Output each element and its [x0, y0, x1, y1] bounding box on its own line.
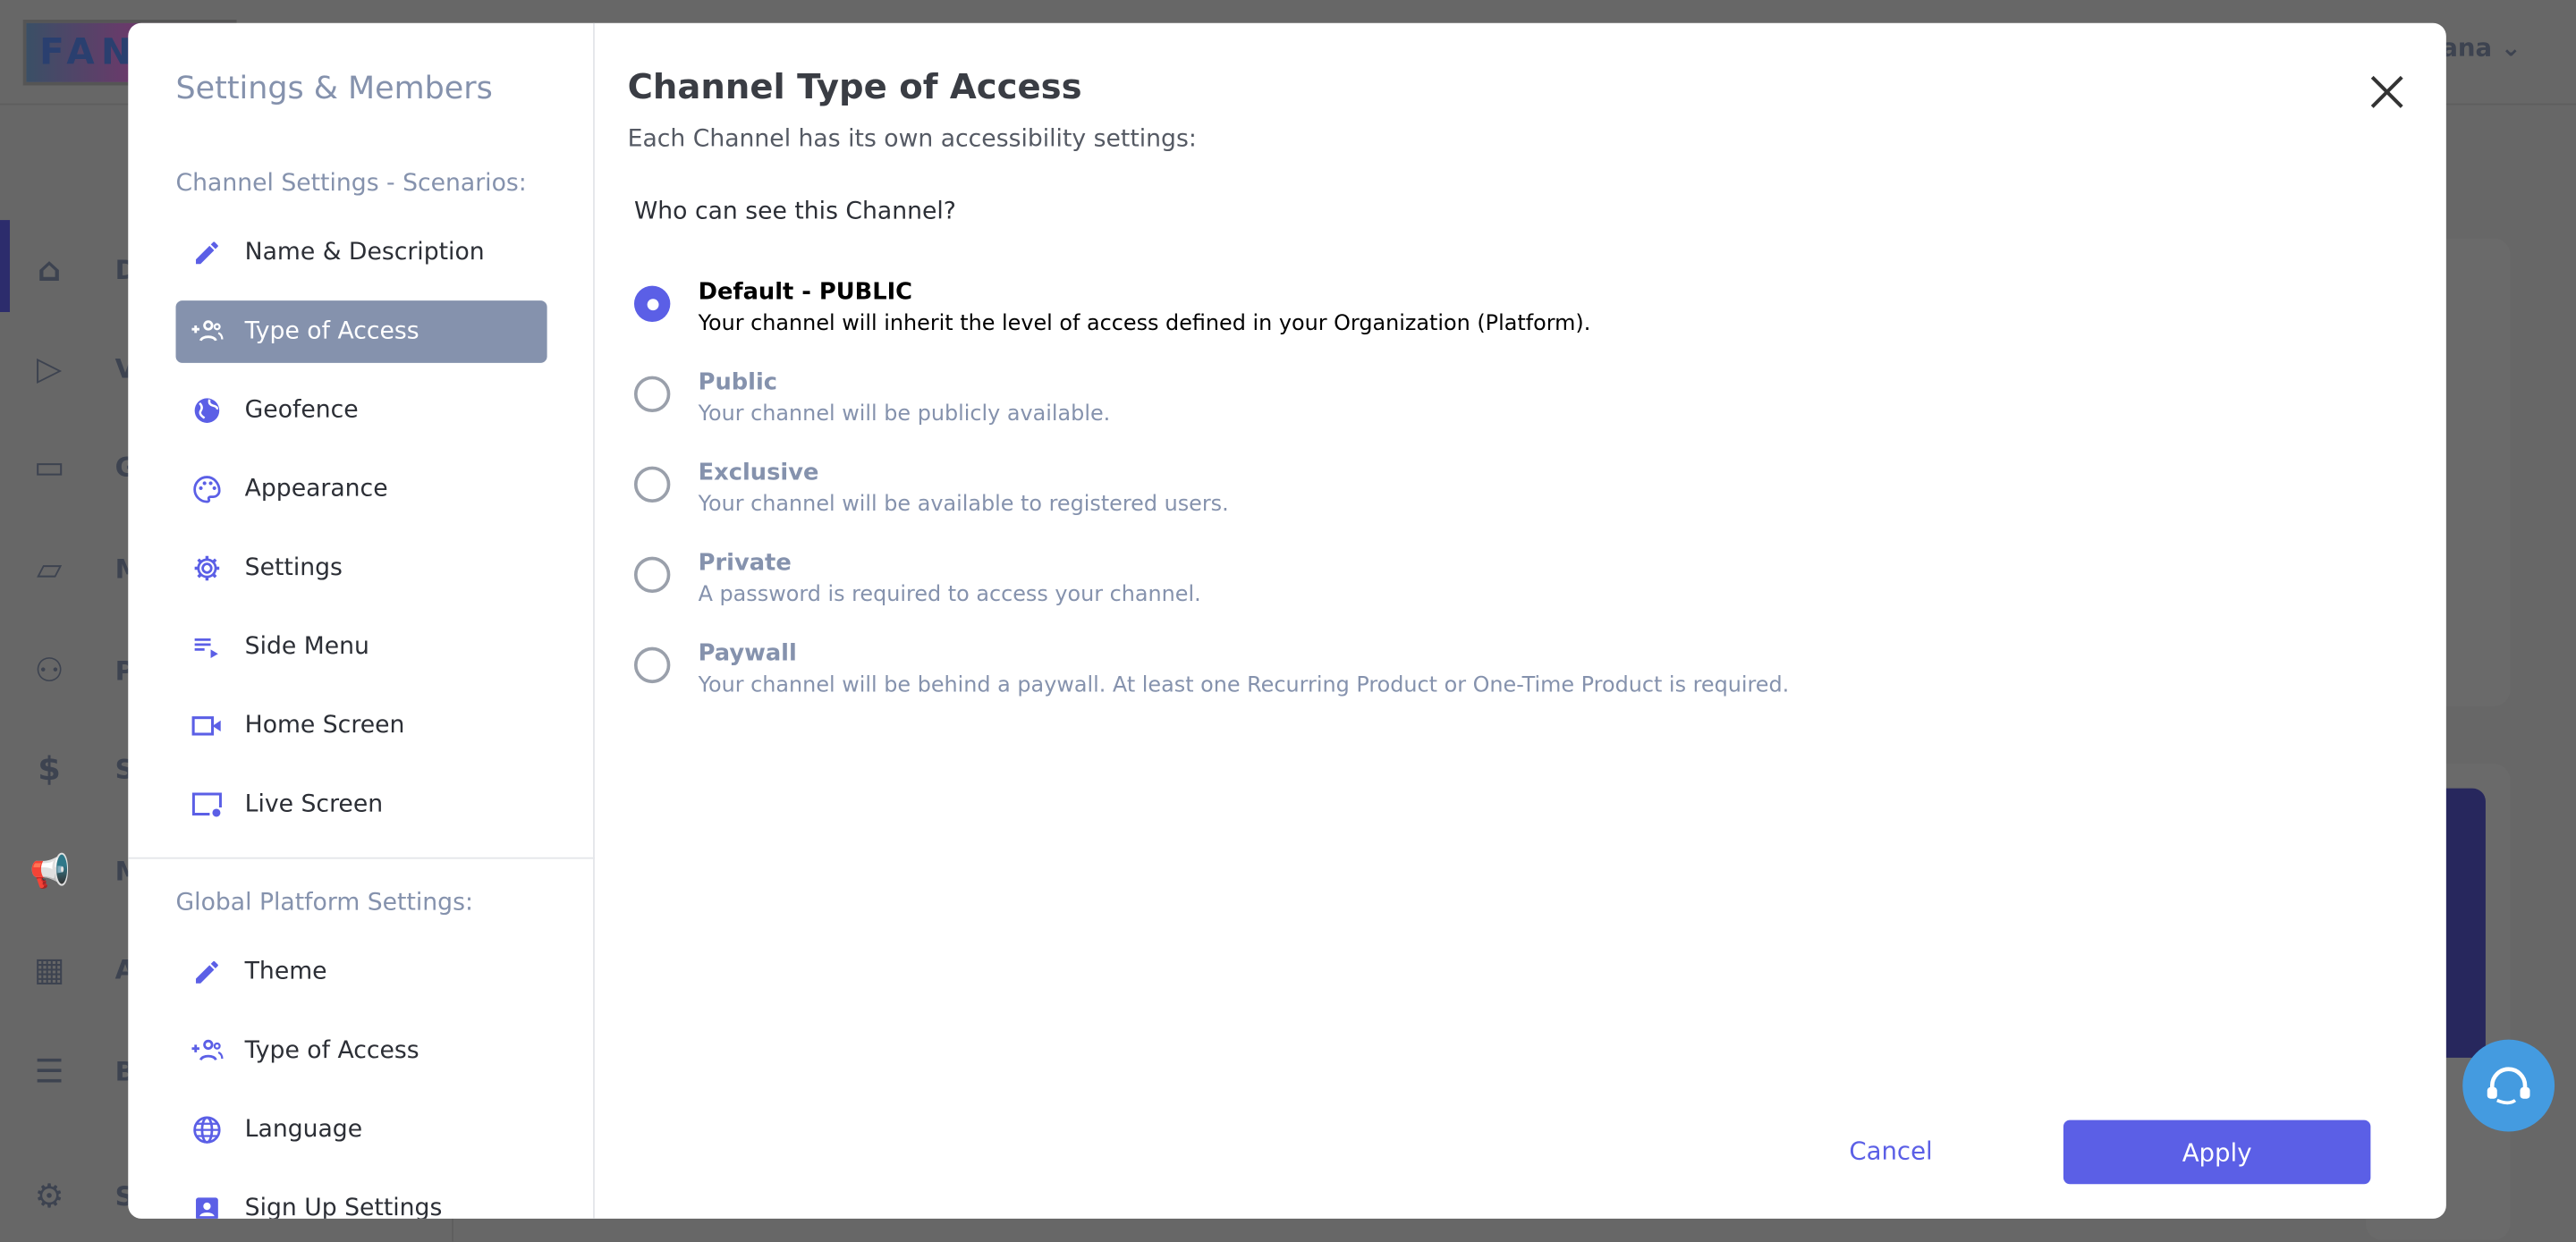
headset-icon — [2487, 1067, 2530, 1105]
nav-icon: ⚇ — [34, 650, 64, 690]
sidebar-item-label: Type of Access — [244, 318, 419, 345]
nav-icon: $ — [38, 748, 61, 789]
add-group-icon — [191, 316, 224, 349]
sidebar-item-label: Appearance — [244, 476, 388, 503]
palette-icon — [191, 473, 224, 506]
pencil-icon — [191, 236, 224, 269]
option-description: Your channel will be publicly available. — [698, 401, 1111, 427]
pencil-icon — [191, 956, 224, 989]
option-title: Exclusive — [698, 460, 819, 486]
sidebar-item-label: Sign Up Settings — [244, 1196, 443, 1219]
apply-button[interactable]: Apply — [2063, 1119, 2371, 1185]
globe-grid-icon — [191, 1113, 224, 1146]
globe-icon — [191, 394, 224, 427]
access-option-exclusive[interactable]: Exclusive Your channel will be available … — [633, 457, 1229, 522]
sidebar-item-label: Live Screen — [244, 791, 384, 818]
option-title: Public — [698, 369, 778, 396]
settings-sidebar: Settings & Members Channel Settings - Sc… — [128, 22, 595, 1219]
app-sidebar-item[interactable]: ▷Vi — [30, 348, 144, 387]
radio-button[interactable] — [633, 646, 671, 684]
nav-icon: ⚙ — [34, 1176, 64, 1216]
sidebar-item-type-of-access[interactable]: Type of Access — [176, 1020, 547, 1083]
sidebar-item-name-description[interactable]: Name & Description — [176, 222, 547, 284]
option-description: Your channel will inherit the level of a… — [698, 311, 1591, 337]
help-button[interactable] — [2462, 1039, 2555, 1132]
radio-button[interactable] — [633, 376, 671, 413]
nav-icon: ▦ — [33, 949, 65, 989]
option-title: Default - PUBLIC — [698, 279, 913, 306]
nav-icon: ⌂ — [37, 249, 62, 290]
add-group-icon — [191, 1035, 224, 1068]
channel-section-heading: Channel Settings - Scenarios: — [175, 171, 527, 198]
option-description: Your channel will be available to regist… — [698, 493, 1229, 518]
screen-settings-icon — [191, 789, 224, 822]
sidebar-item-label: Home Screen — [244, 713, 405, 739]
page-subtitle: Each Channel has its own accessibility s… — [627, 126, 1197, 153]
nav-icon: 📢 — [30, 850, 71, 891]
sidebar-item-live-screen[interactable]: Live Screen — [176, 773, 547, 836]
sidebar-item-label: Language — [244, 1116, 363, 1144]
divider — [128, 857, 595, 859]
sidebar-item-side-menu[interactable]: Side Menu — [176, 616, 547, 679]
radio-button[interactable] — [633, 556, 671, 594]
sidebar-item-sign-up-settings[interactable]: Sign Up Settings — [176, 1178, 547, 1219]
app-sidebar-item[interactable]: ⌂ D — [30, 249, 137, 289]
option-title: Private — [698, 550, 792, 577]
page-title: Channel Type of Access — [627, 67, 1082, 107]
question-label: Who can see this Channel? — [633, 199, 956, 225]
radio-button[interactable] — [633, 466, 671, 503]
nav-icon: ▷ — [36, 348, 63, 388]
chevron-down-icon: ⌄ — [2500, 32, 2521, 63]
access-option-default-public[interactable]: Default - PUBLIC Your channel will inheri… — [633, 276, 1591, 342]
close-icon[interactable] — [2368, 72, 2407, 112]
nav-icon: ☰ — [34, 1051, 64, 1091]
access-option-paywall[interactable]: Paywall Your channel will be behind a pay… — [633, 638, 1790, 703]
sidebar-item-geofence[interactable]: Geofence — [176, 379, 547, 442]
sidebar-item-label: Settings — [244, 554, 343, 582]
settings-modal: Settings & Members Channel Settings - Sc… — [128, 22, 2446, 1219]
option-title: Paywall — [698, 640, 797, 667]
sidebar-item-theme[interactable]: Theme — [176, 941, 547, 1003]
sidebar-item-home-screen[interactable]: Home Screen — [176, 695, 547, 757]
gear-icon — [191, 552, 224, 585]
option-description: A password is required to access your ch… — [698, 583, 1201, 608]
sidebar-title: Settings & Members — [175, 70, 493, 107]
sidebar-item-appearance[interactable]: Appearance — [176, 458, 547, 520]
global-section-heading: Global Platform Settings: — [175, 890, 473, 917]
sidebar-item-settings[interactable]: Settings — [176, 537, 547, 600]
radio-button[interactable] — [633, 285, 671, 322]
sidebar-item-label: Name & Description — [244, 240, 485, 266]
video-camera-icon — [191, 709, 224, 742]
option-description: Your channel will be behind a paywall. A… — [698, 673, 1790, 698]
sidebar-item-label: Type of Access — [244, 1037, 419, 1065]
active-indicator — [0, 220, 11, 312]
account-box-icon — [191, 1192, 224, 1219]
sidebar-item-label: Side Menu — [244, 633, 369, 661]
nav-icon: ▱ — [36, 548, 63, 588]
nav-icon: ▭ — [33, 446, 65, 486]
playlist-icon — [191, 630, 224, 663]
user-menu[interactable]: ana ⌄ — [2441, 33, 2521, 63]
content-pane: Channel Type of Access Each Channel has … — [595, 23, 2446, 1219]
access-option-public[interactable]: Public Your channel will be publicly avai… — [633, 367, 1111, 432]
sidebar-item-type-of-access[interactable]: Type of Access — [175, 300, 547, 363]
access-option-private[interactable]: Private A password is required to access … — [633, 547, 1201, 613]
sidebar-item-language[interactable]: Language — [176, 1099, 547, 1162]
cancel-button[interactable]: Cancel — [1784, 1120, 1998, 1183]
sidebar-item-label: Geofence — [244, 397, 359, 424]
sidebar-item-label: Theme — [244, 959, 327, 986]
user-name: ana — [2441, 32, 2493, 63]
